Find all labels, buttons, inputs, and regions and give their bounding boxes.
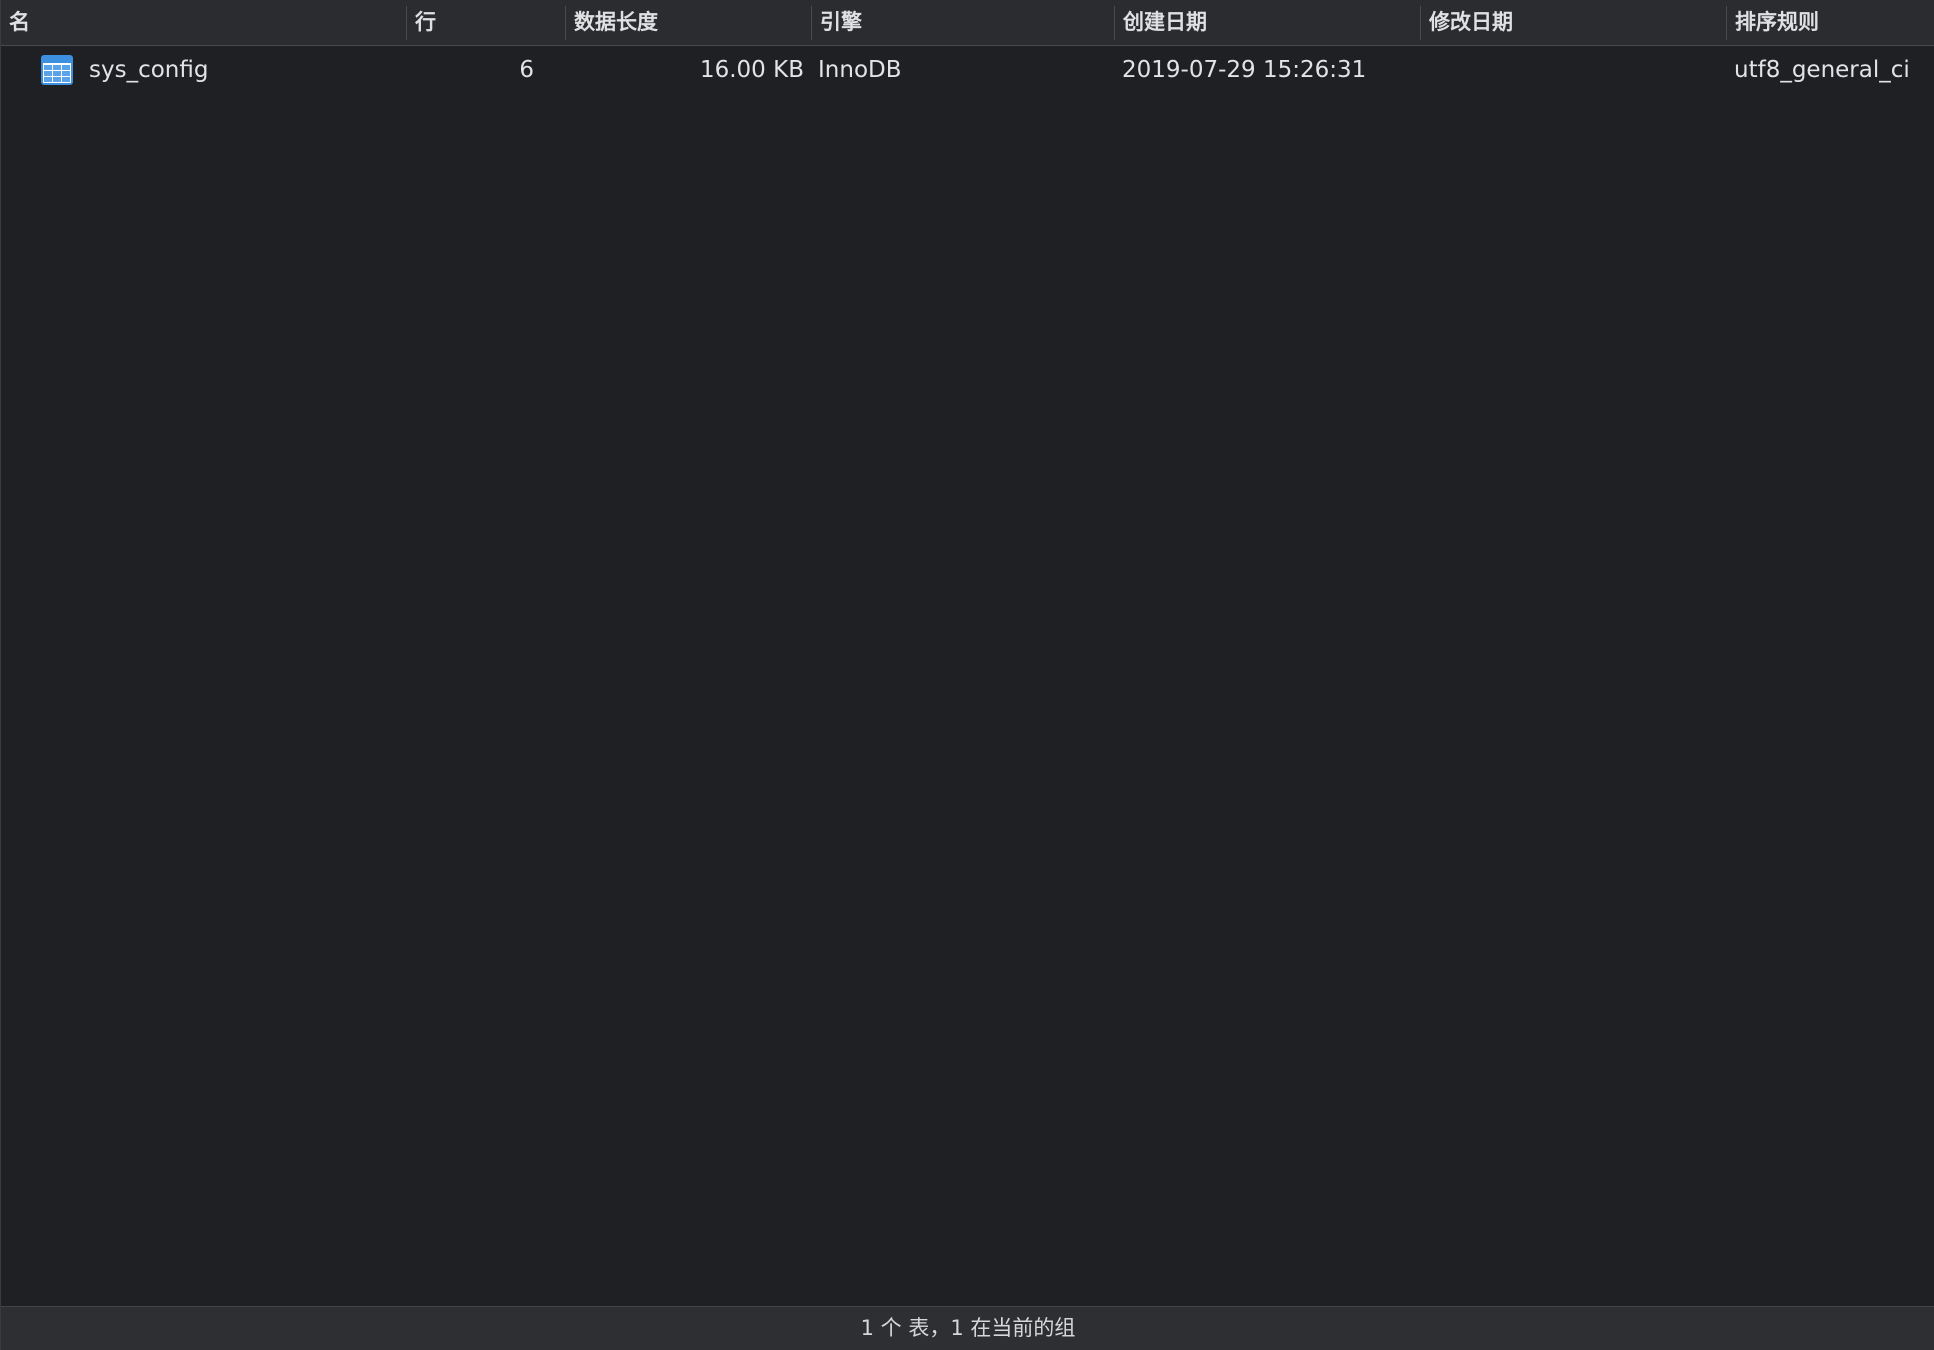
column-header-engine[interactable]: 引擎 (812, 0, 1114, 45)
table-data-length: 16.00 KB (699, 57, 804, 83)
table-modified-date (1427, 48, 1722, 92)
column-header-bar: 名 行 数据长度 引擎 创建日期 修改日期 排序规则 (1, 0, 1934, 46)
column-header-data-length[interactable]: 数据长度 (566, 0, 811, 45)
table-engine: InnoDB (818, 57, 902, 83)
status-bar: 1 个 表，1 在当前的组 (1, 1306, 1934, 1350)
column-header-name[interactable]: 名 (1, 0, 406, 45)
column-header-modified[interactable]: 修改日期 (1421, 0, 1726, 45)
table-list: sys_config 6 16.00 KB InnoDB 2019-07-29 … (1, 46, 1934, 1306)
status-text: 1 个 表，1 在当前的组 (860, 1316, 1076, 1340)
table-row-count: 6 (519, 57, 534, 83)
table-list-window: 名 行 数据长度 引擎 创建日期 修改日期 排序规则 sys_config 6 … (0, 0, 1934, 1350)
table-collation: utf8_general_ci (1734, 57, 1910, 83)
column-header-created[interactable]: 创建日期 (1115, 0, 1420, 45)
column-header-collation[interactable]: 排序规则 (1727, 0, 1934, 45)
table-name: sys_config (89, 57, 209, 83)
table-row[interactable]: sys_config 6 16.00 KB InnoDB 2019-07-29 … (1, 48, 1934, 92)
column-header-rows[interactable]: 行 (407, 0, 565, 45)
table-icon (41, 55, 73, 85)
table-created-date: 2019-07-29 15:26:31 (1122, 57, 1367, 83)
